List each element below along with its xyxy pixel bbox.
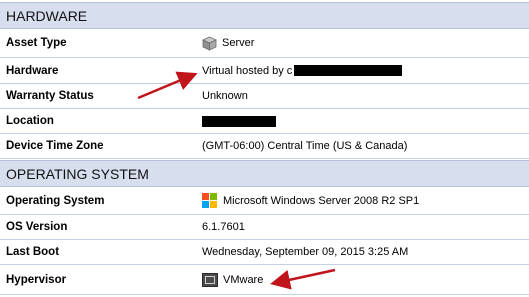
hardware-row: Hardware Virtual hosted by c xyxy=(0,58,529,84)
last-boot-value: Wednesday, September 09, 2015 3:25 AM xyxy=(202,246,409,258)
location-label: Location xyxy=(6,115,54,127)
redaction-block xyxy=(202,115,276,127)
warranty-status-label: Warranty Status xyxy=(6,90,94,102)
operating-system-row: Operating System Microsoft Windows Serve… xyxy=(0,187,529,215)
warranty-status-value: Unknown xyxy=(202,90,248,102)
hypervisor-value: VMware xyxy=(202,265,263,294)
operating-system-value: Microsoft Windows Server 2008 R2 SP1 xyxy=(202,187,419,214)
asset-type-value: Server xyxy=(202,29,254,57)
os-version-value: 6.1.7601 xyxy=(202,221,245,233)
asset-type-row: Asset Type Server xyxy=(0,29,529,58)
hardware-section-header: HARDWARE xyxy=(0,2,529,29)
server-box-icon xyxy=(202,36,217,51)
hardware-text: Virtual hosted by c xyxy=(202,64,293,77)
asset-type-label: Asset Type xyxy=(6,37,67,49)
last-boot-row: Last Boot Wednesday, September 09, 2015 … xyxy=(0,240,529,265)
os-version-row: OS Version 6.1.7601 xyxy=(0,215,529,240)
redaction-block xyxy=(294,65,403,76)
operating-system-label: Operating System xyxy=(6,194,105,207)
asset-type-text: Server xyxy=(222,37,255,49)
location-row: Location xyxy=(0,109,529,134)
last-boot-label: Last Boot xyxy=(6,246,60,258)
location-value xyxy=(202,109,276,133)
os-section-header: OPERATING SYSTEM xyxy=(0,160,529,187)
vmware-icon xyxy=(202,272,218,287)
hypervisor-text: VMware xyxy=(223,273,264,286)
windows-logo-icon xyxy=(202,193,217,208)
device-time-zone-label: Device Time Zone xyxy=(6,140,104,152)
warranty-status-row: Warranty Status Unknown xyxy=(0,84,529,109)
device-time-zone-value: (GMT-06:00) Central Time (US & Canada) xyxy=(202,140,408,152)
hypervisor-row: Hypervisor VMware xyxy=(0,265,529,295)
hypervisor-label: Hypervisor xyxy=(6,273,67,286)
device-time-zone-row: Device Time Zone (GMT-06:00) Central Tim… xyxy=(0,134,529,159)
operating-system-text: Microsoft Windows Server 2008 R2 SP1 xyxy=(223,194,420,207)
hardware-value: Virtual hosted by c xyxy=(202,58,403,83)
os-version-label: OS Version xyxy=(6,221,68,233)
hardware-label: Hardware xyxy=(6,64,59,77)
